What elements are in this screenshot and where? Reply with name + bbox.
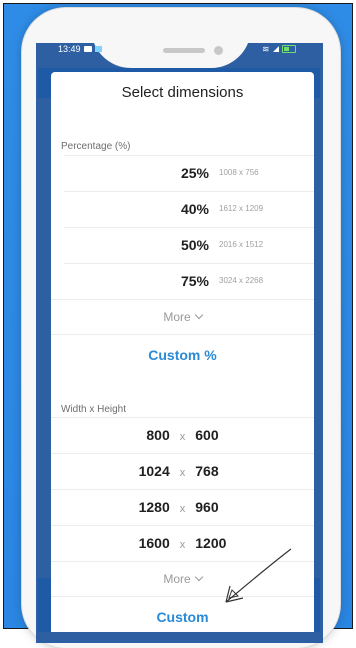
annotation-arrow-icon [225,548,292,603]
